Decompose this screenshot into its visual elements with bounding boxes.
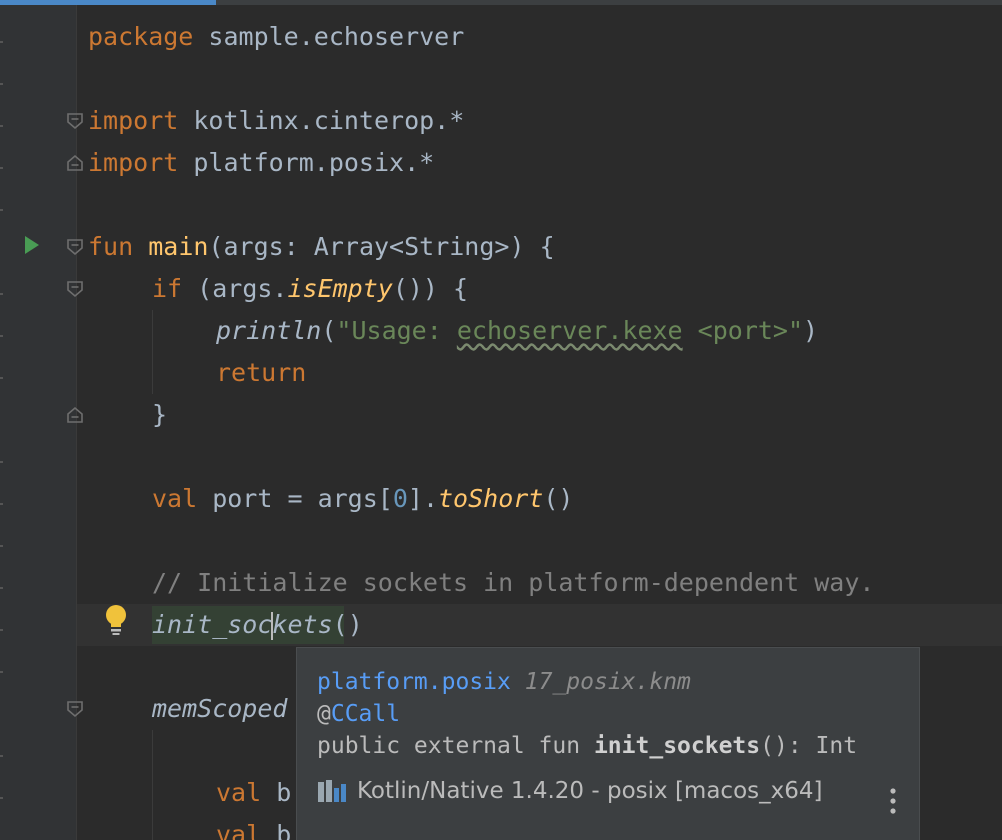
source-file: 17_posix.knm bbox=[524, 669, 691, 695]
code-text: (args: Array<String>) { bbox=[208, 232, 555, 261]
code-line[interactable]: val port = args[0].toShort() bbox=[152, 478, 573, 520]
function-call: init_soc bbox=[152, 610, 273, 639]
fold-end-icon[interactable] bbox=[66, 406, 84, 424]
indent-guide bbox=[152, 310, 153, 394]
more-vertical-icon[interactable] bbox=[889, 786, 897, 816]
gutter-mark bbox=[0, 503, 3, 505]
code-line[interactable]: val b bbox=[216, 772, 291, 814]
code-text: () bbox=[543, 484, 574, 513]
keyword: if bbox=[152, 274, 183, 303]
code-text: ]. bbox=[407, 484, 438, 513]
gutter-mark bbox=[0, 671, 3, 673]
code-line[interactable]: // Initialize sockets in platform-depend… bbox=[152, 562, 874, 604]
gutter-mark bbox=[0, 797, 3, 799]
package-link[interactable]: platform.posix bbox=[317, 669, 511, 695]
keyword: val bbox=[216, 778, 262, 807]
gutter-mark bbox=[0, 461, 3, 463]
keyword: import bbox=[88, 148, 179, 177]
signature-prefix: public external fun bbox=[317, 733, 594, 759]
keyword: fun bbox=[88, 232, 134, 261]
gutter-mark bbox=[0, 629, 3, 631]
code-text: kotlinx.cinterop.* bbox=[178, 106, 465, 135]
string-literal: "Usage: bbox=[336, 316, 457, 345]
code-line[interactable]: } bbox=[152, 394, 167, 436]
string-literal: <port>" bbox=[682, 316, 804, 345]
fold-icon[interactable] bbox=[66, 280, 84, 298]
signature-name: init_sockets bbox=[593, 733, 761, 759]
extension-call: toShort bbox=[438, 484, 544, 513]
signature-suffix: (): Int bbox=[760, 733, 858, 759]
function-call: memScoped bbox=[152, 694, 288, 723]
gutter-mark bbox=[0, 545, 3, 547]
typo-string: echoserver.kexe bbox=[456, 316, 683, 345]
code-line[interactable]: fun main(args: Array<String>) { bbox=[88, 226, 555, 268]
fold-icon[interactable] bbox=[66, 238, 84, 256]
keyword: package bbox=[88, 22, 194, 51]
extension-call: isEmpty bbox=[287, 274, 393, 303]
doc-package-line: platform.posix 17_posix.knm bbox=[317, 666, 691, 698]
library-name: Kotlin/Native 1.4.20 - posix [macos_x64] bbox=[357, 778, 823, 804]
quick-doc-popup[interactable]: platform.posix 17_posix.knm @CCall publi… bbox=[296, 647, 920, 840]
code-line[interactable]: println("Usage: echoserver.kexe <port>") bbox=[216, 310, 818, 352]
doc-library-line: Kotlin/Native 1.4.20 - posix [macos_x64] bbox=[317, 774, 822, 808]
gutter-mark bbox=[0, 167, 3, 169]
library-icon bbox=[318, 780, 346, 802]
code-text: ( bbox=[321, 316, 337, 345]
number-literal: 0 bbox=[392, 484, 408, 513]
gutter-mark bbox=[0, 125, 3, 127]
editor-gutter[interactable] bbox=[0, 5, 76, 840]
keyword: return bbox=[216, 358, 307, 387]
fold-icon[interactable] bbox=[66, 700, 84, 718]
comment: // Initialize sockets in platform-depend… bbox=[152, 568, 875, 597]
code-text: ) bbox=[803, 316, 819, 345]
keyword: val bbox=[152, 484, 198, 513]
fold-icon[interactable] bbox=[66, 112, 84, 130]
gutter-mark bbox=[0, 755, 3, 757]
code-line[interactable]: if (args.isEmpty()) { bbox=[152, 268, 468, 310]
code-line[interactable]: return bbox=[216, 352, 306, 394]
code-line[interactable]: import platform.posix.* bbox=[88, 142, 434, 184]
gutter-mark bbox=[0, 209, 3, 211]
annotation-link[interactable]: CCall bbox=[331, 701, 400, 727]
code-line-current[interactable]: init_sockets() bbox=[152, 604, 363, 646]
run-icon[interactable] bbox=[24, 235, 40, 255]
code-text: (args. bbox=[182, 274, 288, 303]
tab-bar bbox=[216, 0, 1002, 5]
function-name: main bbox=[148, 232, 209, 261]
code-text: port = args[ bbox=[197, 484, 393, 513]
gutter-mark bbox=[0, 83, 3, 85]
gutter-mark bbox=[0, 293, 3, 295]
function-call: println bbox=[216, 316, 322, 345]
gutter-mark bbox=[0, 377, 3, 379]
doc-signature-line: public external fun init_sockets(): Int bbox=[317, 730, 857, 762]
function-call: kets bbox=[272, 610, 333, 639]
code-text: sample.echoserver bbox=[193, 22, 465, 51]
code-line[interactable]: import kotlinx.cinterop.* bbox=[88, 100, 464, 142]
code-line[interactable]: memScoped bbox=[152, 688, 287, 730]
bulb-icon[interactable] bbox=[103, 604, 129, 636]
keyword: import bbox=[88, 106, 179, 135]
keyword: val bbox=[216, 820, 262, 840]
code-text: ()) { bbox=[392, 274, 469, 303]
gutter-mark bbox=[0, 587, 3, 589]
gutter-mark bbox=[0, 335, 3, 337]
code-text: b bbox=[261, 820, 292, 840]
code-text: } bbox=[152, 400, 168, 429]
indent-guide bbox=[152, 730, 153, 840]
code-text: platform.posix.* bbox=[178, 148, 435, 177]
code-line[interactable]: val b bbox=[216, 814, 291, 840]
annotation-at: @ bbox=[317, 701, 331, 727]
code-line[interactable]: package sample.echoserver bbox=[88, 16, 464, 58]
doc-annotation-line: @CCall bbox=[317, 698, 400, 730]
code-text: () bbox=[332, 610, 363, 639]
gutter-mark bbox=[0, 41, 3, 43]
code-text: b bbox=[261, 778, 292, 807]
fold-end-icon[interactable] bbox=[66, 154, 84, 172]
